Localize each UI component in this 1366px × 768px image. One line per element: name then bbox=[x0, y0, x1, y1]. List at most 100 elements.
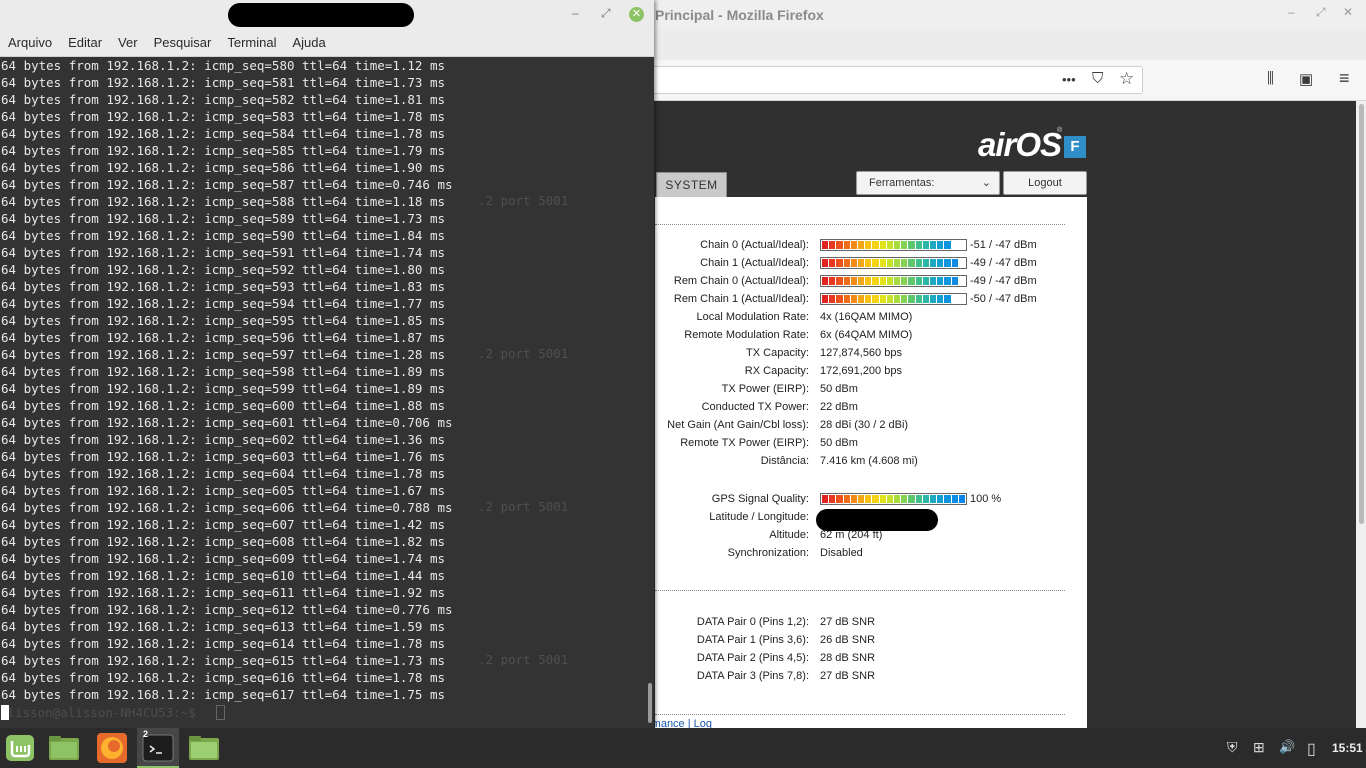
terminal-line: 64 bytes from 192.168.1.2: icmp_seq=604 … bbox=[1, 466, 446, 481]
battery-icon[interactable]: ▯ bbox=[1307, 739, 1316, 759]
signal-bar-segment bbox=[958, 259, 966, 267]
firefox-window-title: Principal - Mozilla Firefox bbox=[655, 7, 824, 23]
signal-bar-segment bbox=[944, 295, 951, 303]
page-actions-icon[interactable]: ••• bbox=[1062, 72, 1076, 87]
signal-bar-segment bbox=[894, 295, 901, 303]
signal-bar-segment bbox=[850, 495, 858, 503]
terminal-line: 64 bytes from 192.168.1.2: icmp_seq=606 … bbox=[1, 500, 453, 515]
terminal-minimize-icon[interactable]: – bbox=[572, 6, 579, 20]
menu-terminal[interactable]: Terminal bbox=[219, 30, 284, 56]
signal-bar-segment bbox=[958, 277, 966, 285]
menu-arquivo[interactable]: Arquivo bbox=[0, 30, 60, 56]
firefox-maximize-icon[interactable]: ⤢ bbox=[1316, 5, 1326, 20]
hamburger-menu-icon[interactable]: ≡ bbox=[1339, 68, 1350, 89]
terminal-cursor-outline bbox=[216, 705, 225, 720]
signal-bar-segment bbox=[829, 259, 836, 267]
signal-bar-segment bbox=[850, 277, 858, 285]
menu-editar[interactable]: Editar bbox=[60, 30, 110, 56]
terminal-window: – ⤢ ✕ Arquivo Editar Ver Pesquisar Termi… bbox=[0, 0, 654, 728]
volume-icon[interactable]: 🔊 bbox=[1279, 739, 1295, 755]
signal-bar-segment bbox=[958, 295, 966, 303]
clock[interactable]: 15:51 bbox=[1332, 741, 1363, 755]
sidebar-icon[interactable]: ▣ bbox=[1299, 70, 1313, 88]
page-scrollbar-thumb[interactable] bbox=[1359, 104, 1364, 524]
chain-2-signal-bar bbox=[820, 275, 967, 287]
signal-bar-segment bbox=[879, 277, 886, 285]
terminal-titlebar[interactable]: – ⤢ ✕ bbox=[0, 0, 654, 30]
signal-bar-segment bbox=[944, 495, 951, 503]
terminal-ghost-text: .2 port 5001 bbox=[478, 193, 569, 208]
terminal-line: 64 bytes from 192.168.1.2: icmp_seq=598 … bbox=[1, 364, 446, 379]
tab-system[interactable]: SYSTEM bbox=[656, 172, 727, 197]
signal-bar-segment bbox=[937, 495, 944, 503]
signal-bar-segment bbox=[829, 241, 836, 249]
firefox-icon[interactable] bbox=[95, 731, 129, 765]
signal-bar-segment bbox=[829, 495, 836, 503]
signal-bar-segment bbox=[908, 259, 915, 267]
folder-icon[interactable] bbox=[187, 732, 221, 764]
tools-dropdown-label: Ferramentas: bbox=[869, 177, 935, 189]
signal-bar-segment bbox=[930, 259, 937, 267]
chain-2-value: -49 / -47 dBm bbox=[970, 275, 1037, 287]
tools-dropdown[interactable]: Ferramentas: ⌄ bbox=[856, 171, 1000, 195]
airos-badge: F bbox=[1064, 136, 1086, 158]
terminal-maximize-icon[interactable]: ⤢ bbox=[601, 6, 611, 21]
terminal-line: 64 bytes from 192.168.1.2: icmp_seq=615 … bbox=[1, 653, 446, 668]
data-pair-3-value: 27 dB SNR bbox=[820, 670, 876, 682]
info-row-7-value: 50 dBm bbox=[820, 437, 858, 449]
signal-bar-segment bbox=[858, 277, 865, 285]
data-pair-2-value: 28 dB SNR bbox=[820, 652, 876, 664]
signal-bar-segment bbox=[930, 495, 937, 503]
airos-logo-registered: ® bbox=[1057, 127, 1063, 134]
signal-bar-segment bbox=[915, 259, 922, 267]
signal-bar-segment bbox=[858, 259, 865, 267]
signal-bar-segment bbox=[872, 241, 879, 249]
signal-bar-segment bbox=[879, 295, 886, 303]
divider bbox=[655, 590, 1065, 591]
terminal-output[interactable]: 64 bytes from 192.168.1.2: icmp_seq=580 … bbox=[0, 57, 646, 728]
chain-1-signal-bar bbox=[820, 257, 967, 269]
terminal-close-icon[interactable]: ✕ bbox=[629, 7, 644, 22]
menu-pesquisar[interactable]: Pesquisar bbox=[146, 30, 220, 56]
files-icon[interactable] bbox=[47, 732, 81, 764]
chain-3-signal-bar bbox=[820, 293, 967, 305]
signal-bar-segment bbox=[958, 495, 966, 503]
terminal-ghost-text: .2 port 5001 bbox=[478, 346, 569, 361]
gps-signal-bar bbox=[820, 493, 967, 505]
signal-bar-segment bbox=[843, 241, 850, 249]
signal-bar-segment bbox=[951, 241, 958, 249]
menu-ajuda[interactable]: Ajuda bbox=[285, 30, 334, 56]
terminal-line: 64 bytes from 192.168.1.2: icmp_seq=588 … bbox=[1, 194, 446, 209]
terminal-scrollbar-thumb[interactable] bbox=[648, 683, 652, 723]
chain-0-signal-bar bbox=[820, 239, 967, 251]
signal-bar-segment bbox=[886, 277, 894, 285]
firefox-minimize-icon[interactable]: – bbox=[1288, 5, 1295, 19]
terminal-line: 64 bytes from 192.168.1.2: icmp_seq=599 … bbox=[1, 381, 446, 396]
signal-bar-segment bbox=[915, 295, 922, 303]
info-row-0-value: 4x (16QAM MIMO) bbox=[820, 311, 913, 323]
signal-bar-segment bbox=[865, 241, 872, 249]
signal-bar-segment bbox=[901, 241, 908, 249]
menu-ver[interactable]: Ver bbox=[110, 30, 146, 56]
info-row-1-value: 6x (64QAM MIMO) bbox=[820, 329, 913, 341]
terminal-scrollbar[interactable] bbox=[646, 57, 654, 728]
network-icon[interactable]: ⊞ bbox=[1253, 739, 1265, 756]
terminal-line: 64 bytes from 192.168.1.2: icmp_seq=596 … bbox=[1, 330, 446, 345]
pocket-icon[interactable]: ⛉ bbox=[1092, 70, 1103, 87]
terminal-line: 64 bytes from 192.168.1.2: icmp_seq=601 … bbox=[1, 415, 453, 430]
signal-bar-segment bbox=[901, 495, 908, 503]
gps-row-2-value: Disabled bbox=[820, 547, 863, 559]
terminal-line: 64 bytes from 192.168.1.2: icmp_seq=608 … bbox=[1, 534, 446, 549]
library-icon[interactable]: ⫼ bbox=[1267, 70, 1274, 87]
bookmark-star-icon[interactable]: ☆ bbox=[1119, 69, 1134, 89]
signal-bar-segment bbox=[908, 495, 915, 503]
firefox-close-icon[interactable]: ✕ bbox=[1343, 5, 1353, 19]
info-row-3-value: 172,691,200 bps bbox=[820, 365, 902, 377]
signal-bar-segment bbox=[922, 259, 930, 267]
signal-bar-segment bbox=[822, 259, 829, 267]
signal-bar-segment bbox=[836, 241, 843, 249]
logout-button[interactable]: Logout bbox=[1003, 171, 1087, 195]
shield-icon[interactable]: ⛨ bbox=[1227, 739, 1238, 756]
signal-bar-segment bbox=[908, 241, 915, 249]
mint-menu-icon[interactable] bbox=[4, 732, 36, 764]
